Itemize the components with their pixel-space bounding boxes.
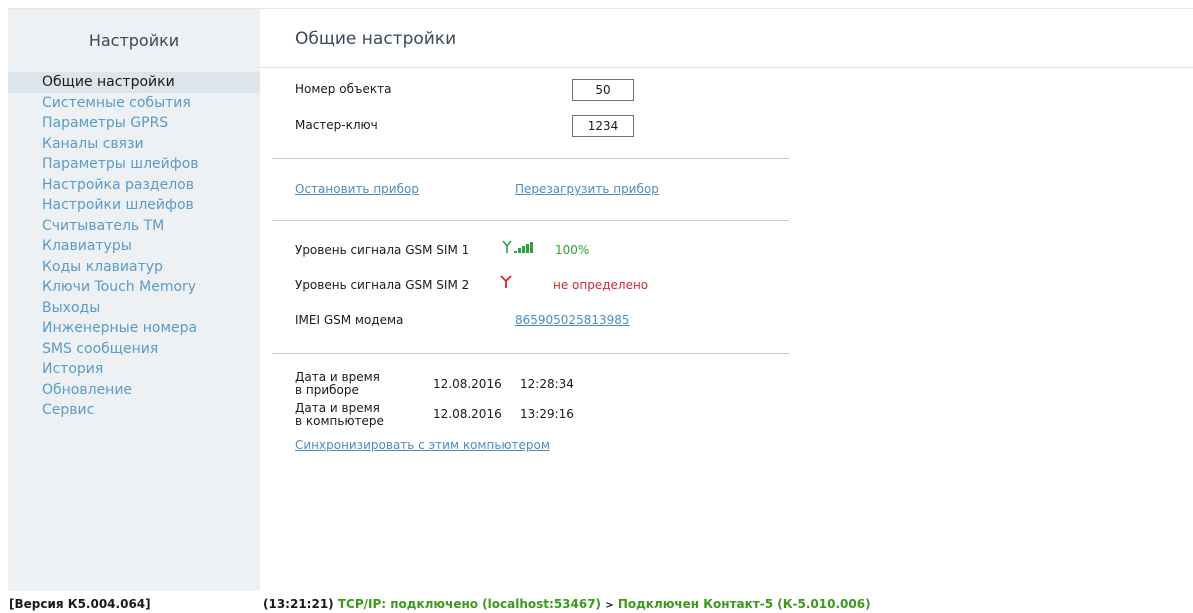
- divider: [272, 158, 789, 159]
- object-number-label: Номер объекта: [295, 82, 392, 96]
- divider: [272, 353, 789, 354]
- sidebar-item-keyboards[interactable]: Клавиатуры: [8, 236, 260, 257]
- status-arrow: >: [605, 600, 614, 611]
- sidebar-item-loop-settings[interactable]: Настройки шлейфов: [8, 195, 260, 216]
- sidebar-item-service[interactable]: Сервис: [8, 400, 260, 421]
- sidebar-title: Настройки: [88, 31, 180, 50]
- gsm-sim1-value: 100%: [555, 243, 590, 257]
- signal-full-icon: [502, 240, 533, 253]
- computer-time-label-line1: Дата и время: [295, 401, 380, 415]
- sidebar-item-history[interactable]: История: [8, 359, 260, 380]
- sync-time-link[interactable]: Синхронизировать с этим компьютером: [295, 438, 550, 452]
- sidebar-item-gprs-params[interactable]: Параметры GPRS: [8, 113, 260, 134]
- computer-date: 12.08.2016: [433, 407, 502, 421]
- sidebar-item-touch-memory-keys[interactable]: Ключи Touch Memory: [8, 277, 260, 298]
- sidebar-item-channels[interactable]: Каналы связи: [8, 134, 260, 155]
- sidebar-item-sms-messages[interactable]: SMS сообщения: [8, 339, 260, 360]
- sidebar-item-keyboard-codes[interactable]: Коды клавиатур: [8, 257, 260, 278]
- sidebar-item-system-events[interactable]: Системные события: [8, 93, 260, 114]
- device-time-label-line1: Дата и время: [295, 370, 380, 384]
- device-status: Подключен Контакт-5 (К-5.010.006): [617, 597, 871, 611]
- sidebar-item-engineer-numbers[interactable]: Инженерные номера: [8, 318, 260, 339]
- sidebar-item-general-settings[interactable]: Общие настройки: [8, 72, 260, 93]
- sidebar-item-loop-params[interactable]: Параметры шлейфов: [8, 154, 260, 175]
- main-header: Общие настройки: [260, 9, 1193, 68]
- stop-device-link[interactable]: Остановить прибор: [295, 182, 419, 196]
- computer-time: 13:29:16: [520, 407, 574, 421]
- object-number-input[interactable]: [572, 79, 634, 101]
- imei-value-link[interactable]: 865905025813985: [515, 313, 630, 327]
- status-time: (13:21:21): [263, 597, 334, 611]
- sidebar-item-partitions[interactable]: Настройка разделов: [8, 175, 260, 196]
- master-key-label: Мастер-ключ: [295, 118, 378, 132]
- status-bar: [Версия К5.004.064] (13:21:21) TCP/IP: п…: [0, 596, 1193, 613]
- tcp-status: TCP/IP: подключено (localhost:53467): [337, 597, 602, 611]
- sidebar-nav: Общие настройки Системные события Параме…: [8, 72, 260, 421]
- device-date: 12.08.2016: [433, 377, 502, 391]
- divider: [272, 220, 789, 221]
- page-title: Общие настройки: [295, 29, 457, 49]
- master-key-input[interactable]: [572, 115, 634, 137]
- device-time-label-line2: в приборе: [295, 383, 359, 397]
- gsm-sim2-value: не определено: [553, 278, 649, 292]
- sidebar-item-outputs[interactable]: Выходы: [8, 298, 260, 319]
- connection-status: (13:21:21) TCP/IP: подключено (localhost…: [263, 597, 871, 611]
- antenna-no-signal-icon: [500, 275, 512, 288]
- device-time: 12:28:34: [520, 377, 574, 391]
- sidebar: Настройки Общие настройки Системные собы…: [8, 9, 260, 591]
- version-label: [Версия К5.004.064]: [9, 597, 151, 611]
- gsm-sim1-label: Уровень сигнала GSM SIM 1: [295, 243, 470, 257]
- gsm-sim2-label: Уровень сигнала GSM SIM 2: [295, 278, 470, 292]
- reboot-device-link[interactable]: Перезагрузить прибор: [515, 182, 659, 196]
- sidebar-item-tm-reader[interactable]: Считыватель ТМ: [8, 216, 260, 237]
- imei-label: IMEI GSM модема: [295, 313, 404, 327]
- sidebar-item-update[interactable]: Обновление: [8, 380, 260, 401]
- computer-time-label-line2: в компьютере: [295, 414, 384, 428]
